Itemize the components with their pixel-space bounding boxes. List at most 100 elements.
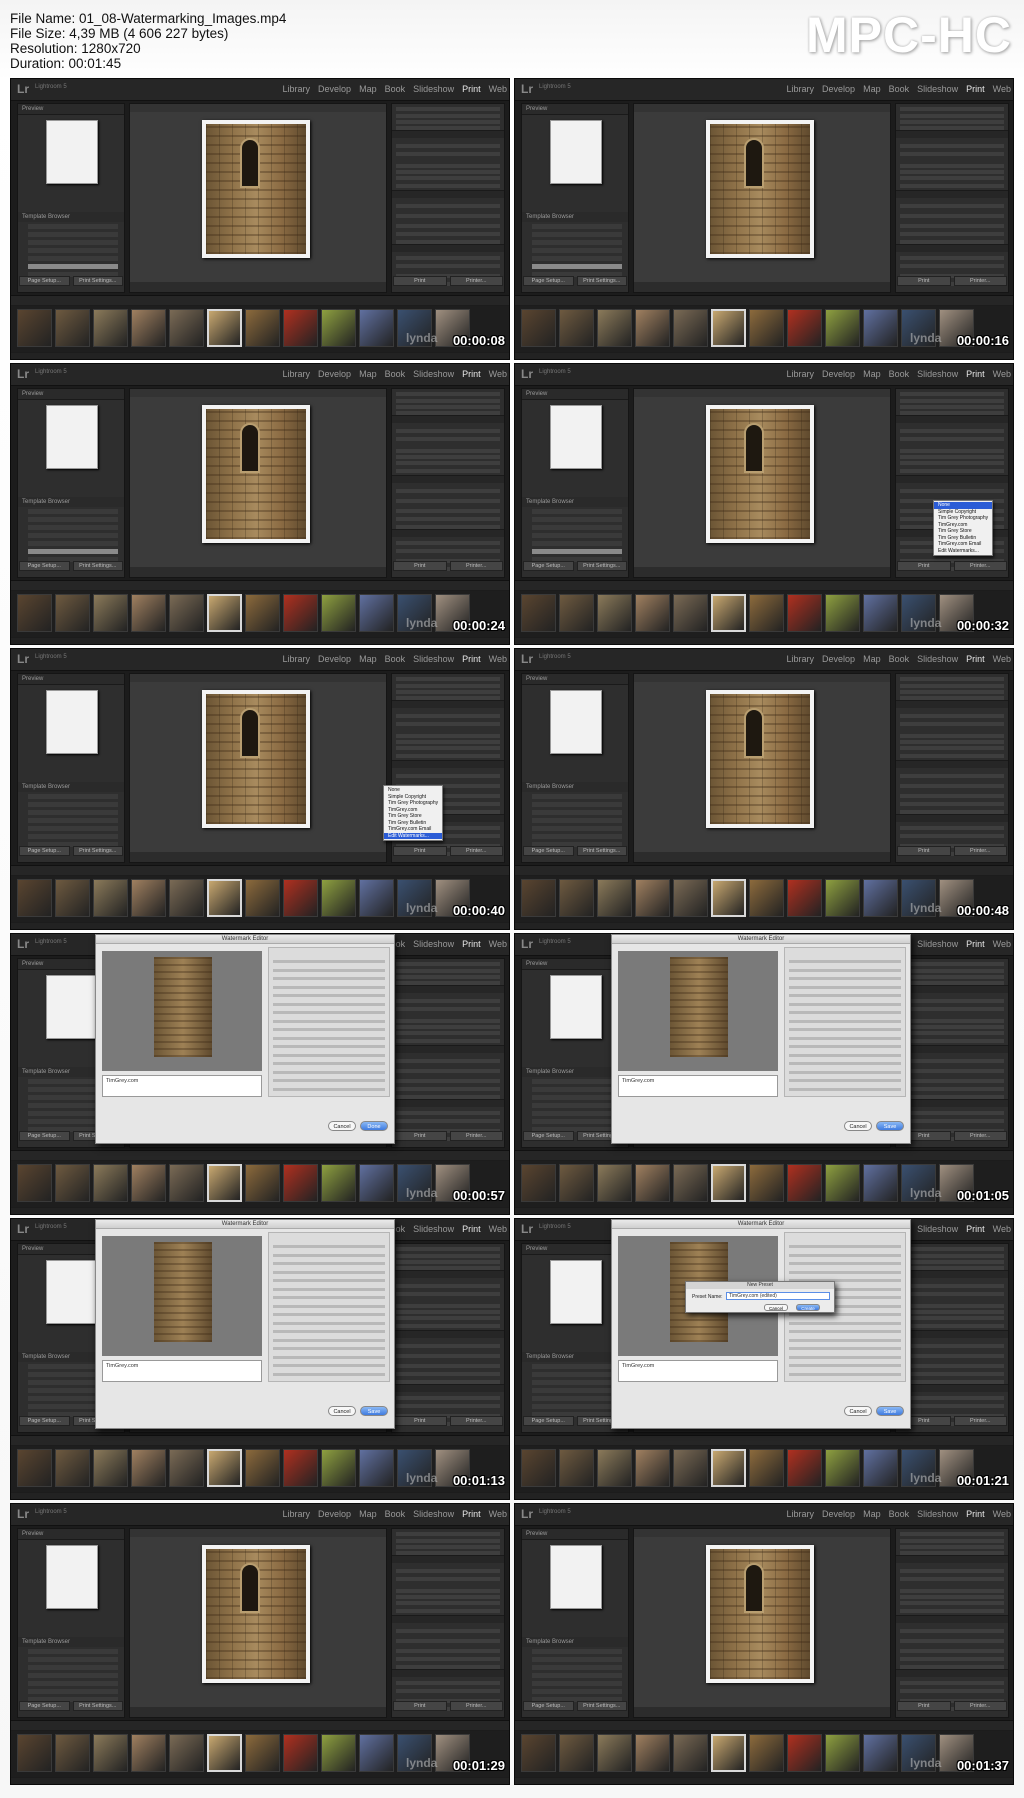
settings-row[interactable] bbox=[396, 1595, 500, 1599]
settings-row[interactable] bbox=[396, 1260, 500, 1264]
filmstrip-photo[interactable] bbox=[825, 1449, 860, 1487]
module-book[interactable]: Book bbox=[889, 369, 910, 379]
watermark-option-slider[interactable] bbox=[789, 1372, 901, 1376]
settings-row[interactable] bbox=[396, 517, 500, 521]
template-item[interactable] bbox=[532, 256, 622, 261]
filmstrip-photo[interactable] bbox=[245, 594, 280, 632]
settings-section-header[interactable] bbox=[392, 1330, 504, 1338]
filmstrip-photo[interactable] bbox=[749, 1449, 784, 1487]
watermark-option-slider[interactable] bbox=[789, 1262, 901, 1265]
module-library[interactable]: Library bbox=[283, 84, 311, 94]
template-browser-header[interactable]: Template Browser bbox=[522, 212, 628, 222]
settings-row[interactable] bbox=[900, 232, 1004, 236]
module-print[interactable]: Print bbox=[462, 939, 481, 949]
template-item[interactable] bbox=[28, 1681, 118, 1686]
settings-row[interactable] bbox=[396, 144, 500, 148]
settings-section-header[interactable] bbox=[896, 244, 1008, 252]
settings-row[interactable] bbox=[900, 1649, 1004, 1653]
watermark-option-slider[interactable] bbox=[789, 985, 901, 989]
settings-row[interactable] bbox=[900, 1310, 1004, 1314]
filmstrip-photo[interactable] bbox=[521, 1734, 556, 1772]
settings-row[interactable] bbox=[900, 834, 1004, 838]
page-setup-button[interactable]: Page Setup... bbox=[19, 276, 70, 286]
print-button[interactable]: Print bbox=[897, 276, 951, 286]
settings-row[interactable] bbox=[900, 1039, 1004, 1043]
settings-row[interactable] bbox=[396, 399, 500, 403]
module-library[interactable]: Library bbox=[283, 369, 311, 379]
template-item[interactable] bbox=[28, 818, 118, 823]
filmstrip-photo[interactable] bbox=[635, 1449, 670, 1487]
settings-row[interactable] bbox=[396, 489, 500, 493]
template-item[interactable] bbox=[532, 1380, 622, 1385]
printer-button[interactable]: Printer... bbox=[449, 1131, 503, 1141]
page-setup-button[interactable]: Page Setup... bbox=[523, 846, 574, 856]
watermark-text-field[interactable]: TimGrey.com bbox=[102, 1360, 262, 1382]
settings-row[interactable] bbox=[396, 437, 500, 441]
settings-row[interactable] bbox=[900, 714, 1004, 718]
settings-row[interactable] bbox=[396, 405, 500, 409]
template-browser-header[interactable]: Template Browser bbox=[522, 782, 628, 792]
filmstrip-photo[interactable] bbox=[169, 594, 204, 632]
page-setup-button[interactable]: Page Setup... bbox=[19, 561, 70, 571]
template-item[interactable] bbox=[28, 834, 118, 839]
module-library[interactable]: Library bbox=[787, 654, 815, 664]
printer-button[interactable]: Printer... bbox=[953, 276, 1007, 286]
module-print[interactable]: Print bbox=[462, 84, 481, 94]
filmstrip-photo[interactable] bbox=[55, 1734, 90, 1772]
template-item[interactable] bbox=[532, 541, 622, 546]
watermark-option-slider[interactable] bbox=[789, 1338, 901, 1342]
settings-row[interactable] bbox=[900, 1059, 1004, 1063]
settings-row[interactable] bbox=[396, 1404, 500, 1408]
filmstrip-photo[interactable] bbox=[359, 1449, 394, 1487]
settings-row[interactable] bbox=[396, 1039, 500, 1043]
module-map[interactable]: Map bbox=[863, 654, 881, 664]
module-web[interactable]: Web bbox=[993, 1509, 1011, 1519]
settings-row[interactable] bbox=[396, 714, 500, 718]
settings-row[interactable] bbox=[396, 176, 500, 180]
module-print[interactable]: Print bbox=[462, 654, 481, 664]
cancel-button[interactable]: Cancel bbox=[844, 1406, 872, 1416]
watermark-option-slider[interactable] bbox=[789, 1355, 901, 1359]
template-item[interactable] bbox=[28, 549, 118, 554]
watermark-option-slider[interactable] bbox=[273, 1053, 385, 1057]
filmstrip-photo[interactable] bbox=[863, 1734, 898, 1772]
filmstrip-photo[interactable] bbox=[359, 879, 394, 917]
watermark-option-slider[interactable] bbox=[273, 1279, 385, 1282]
settings-row[interactable] bbox=[900, 1019, 1004, 1023]
filmstrip-photo[interactable] bbox=[93, 1449, 128, 1487]
filmstrip-photo[interactable] bbox=[673, 1164, 708, 1202]
watermark-option-slider[interactable] bbox=[273, 1372, 385, 1376]
settings-row[interactable] bbox=[900, 975, 1004, 979]
settings-row[interactable] bbox=[396, 1019, 500, 1023]
filmstrip-photo[interactable] bbox=[597, 594, 632, 632]
filmstrip-photo[interactable] bbox=[245, 1734, 280, 1772]
module-slideshow[interactable]: Slideshow bbox=[413, 84, 454, 94]
settings-row[interactable] bbox=[396, 734, 500, 738]
template-item[interactable] bbox=[532, 1689, 622, 1694]
watermark-option-slider[interactable] bbox=[273, 1028, 385, 1031]
printer-button[interactable]: Printer... bbox=[953, 561, 1007, 571]
filmstrip-photo[interactable] bbox=[559, 594, 594, 632]
settings-row[interactable] bbox=[900, 152, 1004, 156]
settings-row[interactable] bbox=[900, 1292, 1004, 1296]
filmstrip-photo[interactable] bbox=[597, 309, 632, 347]
watermark-option-slider[interactable] bbox=[273, 1002, 385, 1006]
filmstrip-photo[interactable] bbox=[169, 1164, 204, 1202]
page-setup-button[interactable]: Page Setup... bbox=[19, 1131, 70, 1141]
settings-row[interactable] bbox=[900, 962, 1004, 966]
settings-section-header[interactable] bbox=[392, 1099, 504, 1107]
watermark-option-slider[interactable] bbox=[789, 1002, 901, 1006]
settings-row[interactable] bbox=[900, 1396, 1004, 1400]
module-book[interactable]: Book bbox=[385, 654, 406, 664]
settings-row[interactable] bbox=[900, 794, 1004, 798]
settings-row[interactable] bbox=[900, 1532, 1004, 1536]
template-item[interactable] bbox=[532, 525, 622, 530]
settings-section-header[interactable] bbox=[392, 1270, 504, 1278]
settings-row[interactable] bbox=[900, 144, 1004, 148]
filmstrip-photo[interactable] bbox=[55, 594, 90, 632]
settings-row[interactable] bbox=[396, 256, 500, 260]
module-print[interactable]: Print bbox=[462, 1509, 481, 1519]
settings-row[interactable] bbox=[900, 1364, 1004, 1368]
filmstrip-photo[interactable] bbox=[321, 1734, 356, 1772]
module-web[interactable]: Web bbox=[993, 939, 1011, 949]
